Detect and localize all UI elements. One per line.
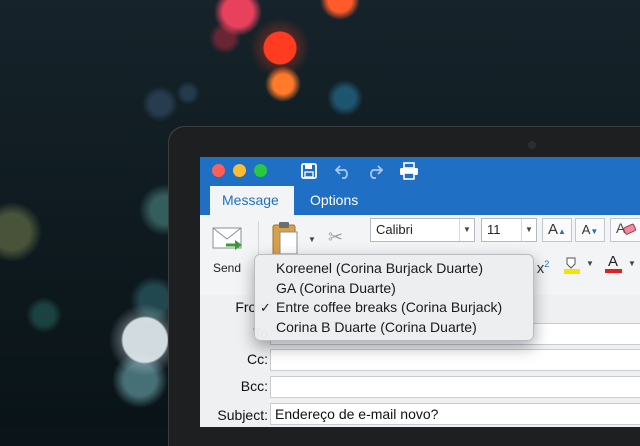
webcam [528, 141, 536, 149]
send-label: Send [213, 261, 242, 275]
send-icon [212, 227, 246, 258]
highlighter-icon [564, 257, 580, 274]
font-size-value: 11 [487, 222, 501, 237]
grow-font-glyph: A [548, 221, 559, 238]
bcc-label: Bcc: [240, 378, 268, 394]
title-bar: Message Options [200, 157, 640, 215]
tab-options[interactable]: Options [298, 186, 370, 215]
send-button[interactable]: Send [208, 221, 248, 275]
from-account-menu: Koreenel (Corina Burjack Duarte) GA (Cor… [254, 254, 534, 341]
triangle-down-icon: ▼ [590, 227, 599, 236]
undo-icon[interactable] [332, 160, 354, 182]
redo-icon[interactable] [364, 160, 386, 182]
save-icon[interactable] [298, 160, 320, 182]
highlight-button[interactable]: ▼ [562, 255, 598, 277]
font-size-select[interactable]: 11 ▼ [481, 218, 537, 242]
zoom-button[interactable] [254, 164, 267, 177]
bcc-field[interactable] [270, 376, 640, 398]
chevron-down-icon[interactable]: ▼ [308, 235, 316, 244]
cc-field[interactable] [270, 349, 640, 371]
menu-item-label: Koreenel (Corina Burjack Duarte) [276, 260, 483, 276]
chevron-down-icon: ▼ [628, 259, 636, 268]
menu-item-account-selected[interactable]: ✓ Entre coffee breaks (Corina Burjack) [255, 298, 533, 318]
minimize-button[interactable] [233, 164, 246, 177]
font-color-button[interactable]: A ▼ [604, 253, 640, 277]
menu-item-account[interactable]: Koreenel (Corina Burjack Duarte) [255, 259, 533, 279]
menu-item-label: Entre coffee breaks (Corina Burjack) [276, 299, 503, 315]
cc-label: Cc: [247, 351, 268, 367]
eraser-icon: A [616, 220, 637, 236]
font-color-swatch [605, 269, 622, 273]
chevron-down-icon: ▼ [521, 219, 536, 241]
close-button[interactable] [212, 164, 225, 177]
chevron-down-icon: ▼ [586, 259, 594, 268]
menu-item-label: Corina B Duarte (Corina Duarte) [276, 318, 477, 335]
menu-item-account[interactable]: GA (Corina Duarte) [255, 279, 533, 299]
chevron-down-icon: ▼ [459, 219, 474, 241]
menu-item-account[interactable]: Corina B Duarte (Corina Duarte) [255, 318, 533, 338]
print-icon[interactable] [398, 160, 420, 182]
triangle-up-icon: ▲ [558, 227, 566, 236]
grow-font-button[interactable]: A▲ [542, 218, 572, 242]
checkmark-icon: ✓ [260, 300, 271, 315]
subject-label: Subject: [217, 407, 268, 423]
subject-field[interactable]: Endereço de e-mail novo? [270, 403, 640, 425]
clear-formatting-button[interactable]: A [610, 218, 640, 242]
font-name-select[interactable]: Calibri ▼ [370, 218, 475, 242]
superscript-mark: 2 [544, 259, 550, 269]
tab-message[interactable]: Message [210, 186, 294, 215]
shrink-font-button[interactable]: A▼ [575, 218, 605, 242]
menu-item-label: GA (Corina Duarte) [276, 279, 396, 296]
font-name-value: Calibri [376, 222, 413, 237]
cut-icon[interactable]: ✂ [328, 227, 343, 248]
font-color-glyph: A [608, 253, 619, 270]
